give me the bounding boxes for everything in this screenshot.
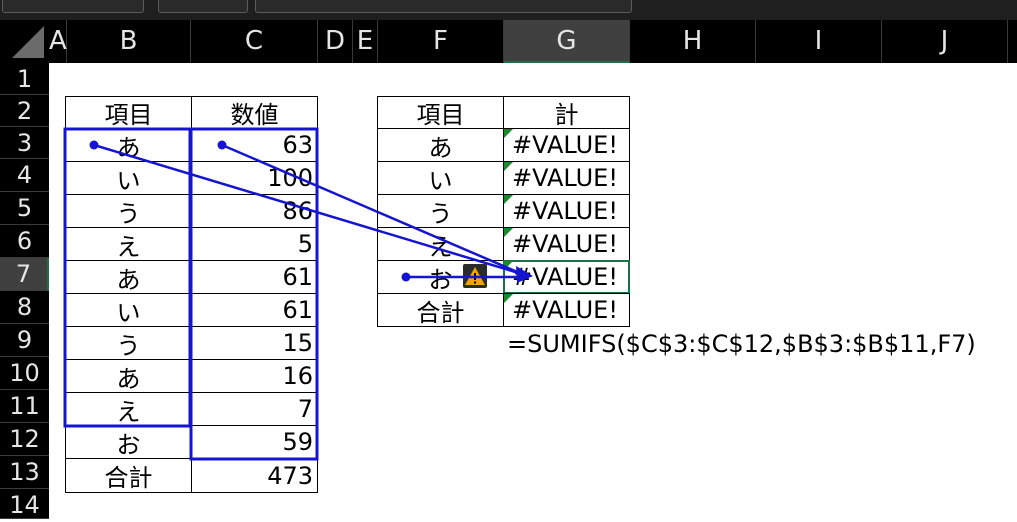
error-marker-icon (504, 261, 513, 270)
column-header-g[interactable]: G (504, 20, 630, 63)
right-table-result[interactable]: #VALUE! (503, 128, 630, 162)
error-marker-icon (504, 228, 513, 237)
right-table-header-total[interactable]: 計 (503, 96, 630, 129)
column-header-a[interactable]: A (49, 20, 67, 63)
row-header-3[interactable]: 3 (0, 127, 49, 159)
top-toolbar (0, 0, 1017, 20)
result-text: #VALUE! (512, 197, 618, 225)
right-table-result[interactable]: #VALUE! (503, 227, 630, 261)
row-header-14[interactable]: 14 (0, 489, 49, 519)
left-table-value[interactable]: 100 (191, 161, 318, 195)
result-text: #VALUE! (512, 296, 618, 324)
function-box[interactable] (158, 0, 248, 13)
row-header-5[interactable]: 5 (0, 192, 49, 225)
result-text: #VALUE! (512, 230, 618, 258)
left-table-value[interactable]: 61 (191, 293, 318, 327)
error-marker-icon (504, 294, 513, 303)
row-header-10[interactable]: 10 (0, 357, 49, 390)
row-header-1[interactable]: 1 (0, 63, 49, 95)
row-header-6[interactable]: 6 (0, 225, 49, 258)
right-table-item[interactable]: え (377, 227, 504, 261)
right-table-header-item[interactable]: 項目 (377, 96, 504, 129)
formula-bar[interactable] (255, 0, 632, 13)
row-header-11[interactable]: 11 (0, 390, 49, 423)
left-table-header-value[interactable]: 数値 (191, 96, 318, 129)
left-table-item[interactable]: あ (65, 128, 192, 162)
column-header-f[interactable]: F (378, 20, 504, 63)
row-header-8[interactable]: 8 (0, 291, 49, 324)
right-table-result[interactable]: #VALUE! (503, 194, 630, 228)
row-header-7[interactable]: 7 (0, 258, 49, 291)
left-table-item[interactable]: あ (65, 260, 192, 294)
left-table-total-label[interactable]: 合計 (65, 458, 192, 493)
left-table-item[interactable]: い (65, 293, 192, 327)
column-header-c[interactable]: C (191, 20, 318, 63)
result-text: #VALUE! (512, 164, 618, 192)
column-header-b[interactable]: B (67, 20, 191, 63)
right-table-total-label[interactable]: 合計 (377, 293, 504, 327)
left-table-value[interactable]: 5 (191, 227, 318, 261)
row-header-4[interactable]: 4 (0, 159, 49, 192)
left-table-header-item[interactable]: 項目 (65, 96, 192, 129)
column-header-d[interactable]: D (318, 20, 353, 63)
right-table-total-result[interactable]: #VALUE! (503, 293, 630, 327)
left-table-item[interactable]: う (65, 326, 192, 360)
result-text: #VALUE! (512, 131, 618, 159)
column-header-j[interactable]: J (882, 20, 1008, 63)
left-table-item[interactable]: え (65, 392, 192, 426)
right-table-result-selected[interactable]: #VALUE! (503, 260, 630, 294)
error-marker-icon (504, 129, 513, 138)
left-table-item[interactable]: お (65, 425, 192, 459)
formula-note: =SUMIFS($C$3:$C$12,$B$3:$B$11,F7) (507, 330, 976, 358)
left-table-value[interactable]: 61 (191, 260, 318, 294)
column-header-i[interactable]: I (756, 20, 882, 63)
error-marker-icon (504, 195, 513, 204)
row-header-9[interactable]: 9 (0, 324, 49, 357)
row-header-2[interactable]: 2 (0, 95, 49, 127)
warning-icon[interactable] (463, 264, 487, 288)
error-marker-icon (504, 162, 513, 171)
name-box[interactable] (2, 0, 144, 13)
left-table-value[interactable]: 7 (191, 392, 318, 426)
left-table-value[interactable]: 86 (191, 194, 318, 228)
left-table-value[interactable]: 15 (191, 326, 318, 360)
right-table-item[interactable]: う (377, 194, 504, 228)
left-table-item[interactable]: え (65, 227, 192, 261)
left-table-total-value[interactable]: 473 (191, 458, 318, 493)
left-table-value[interactable]: 63 (191, 128, 318, 162)
column-header-e[interactable]: E (353, 20, 378, 63)
left-table-item[interactable]: あ (65, 359, 192, 393)
left-table-item[interactable]: い (65, 161, 192, 195)
select-all-icon (12, 26, 44, 58)
result-text: #VALUE! (512, 263, 618, 291)
right-table-item[interactable]: あ (377, 128, 504, 162)
row-header-12[interactable]: 12 (0, 423, 49, 456)
left-table-value[interactable]: 16 (191, 359, 318, 393)
left-table-value[interactable]: 59 (191, 425, 318, 459)
column-header-h[interactable]: H (630, 20, 756, 63)
right-table-result[interactable]: #VALUE! (503, 161, 630, 195)
row-header-13[interactable]: 13 (0, 456, 49, 489)
right-table-item[interactable]: い (377, 161, 504, 195)
select-all-corner[interactable] (0, 20, 49, 63)
left-table-item[interactable]: う (65, 194, 192, 228)
